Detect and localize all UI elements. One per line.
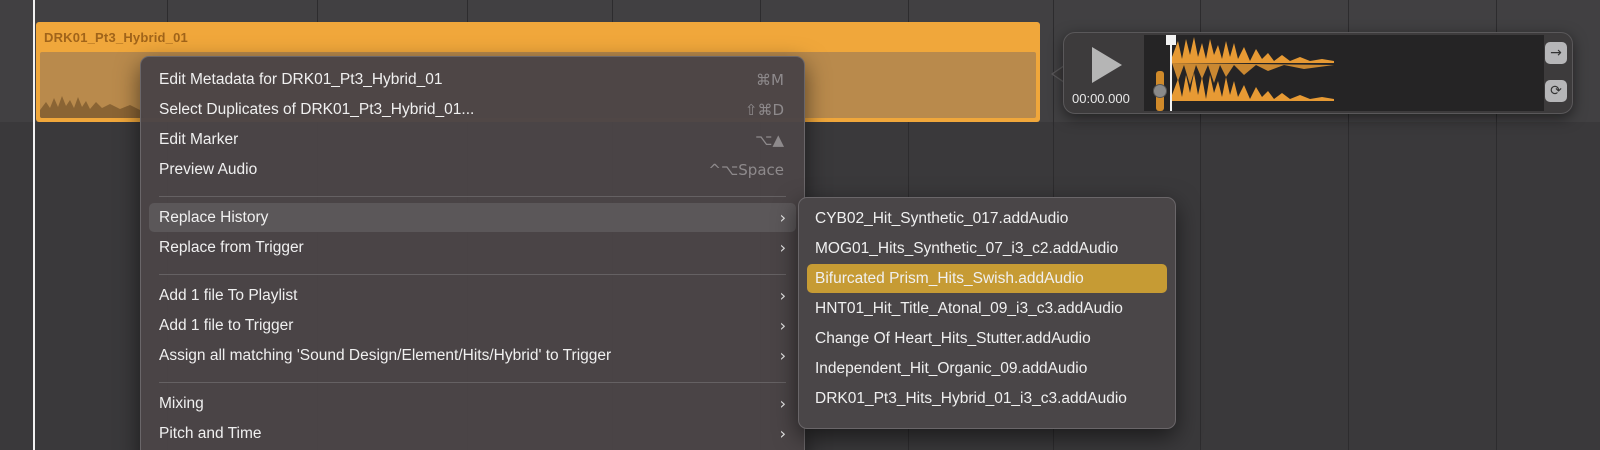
submenu-item-label: Independent_Hit_Organic_09.addAudio: [815, 360, 1088, 377]
submenu-item[interactable]: MOG01_Hits_Synthetic_07_i3_c2.addAudio: [807, 234, 1167, 263]
clip-title: DRK01_Pt3_Hybrid_01: [44, 30, 188, 45]
menu-item-label: Pitch and Time: [159, 425, 262, 442]
menu-item-label: Replace History: [159, 209, 269, 226]
menu-item-replace-from-trigger[interactable]: Replace from Trigger ›: [149, 233, 796, 262]
submenu-item[interactable]: Change Of Heart_Hits_Stutter.addAudio: [807, 324, 1167, 353]
menu-item-add-to-trigger[interactable]: Add 1 file to Trigger ›: [149, 311, 796, 340]
menu-item-shortcut: ⇧⌘D: [744, 101, 784, 119]
preview-waveform[interactable]: [1144, 35, 1544, 111]
menu-separator: [159, 274, 786, 275]
audio-preview-popover: 00:00.000 → ⟳: [1063, 32, 1573, 114]
menu-item-replace-history[interactable]: Replace History ›: [149, 203, 796, 232]
chevron-right-icon: ›: [779, 208, 786, 227]
menu-item-label: Preview Audio: [159, 161, 258, 178]
chevron-right-icon: ›: [779, 394, 786, 413]
chevron-right-icon: ›: [779, 316, 786, 335]
menu-item-edit-metadata[interactable]: Edit Metadata for DRK01_Pt3_Hybrid_01 ⌘M: [149, 65, 796, 94]
submenu-item-label: MOG01_Hits_Synthetic_07_i3_c2.addAudio: [815, 240, 1119, 257]
menu-item-preview-audio[interactable]: Preview Audio ^⌥Space: [149, 155, 796, 184]
submenu-item-label: Change Of Heart_Hits_Stutter.addAudio: [815, 330, 1091, 347]
menu-item-label: Add 1 file to Trigger: [159, 317, 294, 334]
menu-item-assign-matching[interactable]: Assign all matching 'Sound Design/Elemen…: [149, 341, 796, 370]
menu-item-label: Mixing: [159, 395, 204, 412]
submenu-item-label: CYB02_Hit_Synthetic_017.addAudio: [815, 210, 1069, 227]
replace-history-submenu: CYB02_Hit_Synthetic_017.addAudio MOG01_H…: [798, 197, 1176, 429]
submenu-item-label: DRK01_Pt3_Hits_Hybrid_01_i3_c3.addAudio: [815, 390, 1127, 407]
menu-item-label: Assign all matching 'Sound Design/Elemen…: [159, 347, 612, 364]
context-menu: Edit Metadata for DRK01_Pt3_Hybrid_01 ⌘M…: [140, 56, 805, 450]
menu-item-label: Replace from Trigger: [159, 239, 304, 256]
submenu-item[interactable]: CYB02_Hit_Synthetic_017.addAudio: [807, 204, 1167, 233]
submenu-item-label: Bifurcated Prism_Hits_Swish.addAudio: [815, 270, 1084, 287]
menu-item-label: Select Duplicates of DRK01_Pt3_Hybrid_01…: [159, 101, 475, 118]
menu-item-label: Edit Marker: [159, 131, 239, 148]
menu-separator: [159, 382, 786, 383]
menu-item-shortcut: ⌘M: [756, 71, 784, 89]
arrow-right-icon[interactable]: →: [1545, 42, 1567, 64]
menu-item-label: Add 1 file To Playlist: [159, 287, 298, 304]
submenu-item[interactable]: Independent_Hit_Organic_09.addAudio: [807, 354, 1167, 383]
submenu-item[interactable]: DRK01_Pt3_Hits_Hybrid_01_i3_c3.addAudio: [807, 384, 1167, 413]
menu-item-label: Edit Metadata for DRK01_Pt3_Hybrid_01: [159, 71, 443, 88]
preview-waveform-graphic: [1166, 35, 1334, 111]
chevron-right-icon: ›: [779, 286, 786, 305]
submenu-item-label: HNT01_Hit_Title_Atonal_09_i3_c3.addAudio: [815, 300, 1123, 317]
menu-item-shortcut: ⌥▲: [755, 131, 784, 149]
playhead[interactable]: [33, 0, 35, 450]
loop-icon[interactable]: ⟳: [1545, 80, 1567, 102]
chevron-right-icon: ›: [779, 238, 786, 257]
menu-item-shortcut: ^⌥Space: [708, 161, 784, 179]
menu-separator: [159, 196, 786, 197]
volume-slider-knob[interactable]: [1153, 84, 1167, 98]
menu-item-mixing[interactable]: Mixing ›: [149, 389, 796, 418]
submenu-item[interactable]: HNT01_Hit_Title_Atonal_09_i3_c3.addAudio: [807, 294, 1167, 323]
time-readout: 00:00.000: [1072, 91, 1130, 106]
play-icon: [1092, 47, 1122, 83]
menu-item-edit-marker[interactable]: Edit Marker ⌥▲: [149, 125, 796, 154]
chevron-right-icon: ›: [779, 346, 786, 365]
menu-item-pitch-and-time[interactable]: Pitch and Time ›: [149, 419, 796, 448]
chevron-right-icon: ›: [779, 424, 786, 443]
submenu-item-selected[interactable]: Bifurcated Prism_Hits_Swish.addAudio: [807, 264, 1167, 293]
menu-item-select-duplicates[interactable]: Select Duplicates of DRK01_Pt3_Hybrid_01…: [149, 95, 796, 124]
play-button[interactable]: [1086, 43, 1126, 87]
menu-item-add-to-playlist[interactable]: Add 1 file To Playlist ›: [149, 281, 796, 310]
